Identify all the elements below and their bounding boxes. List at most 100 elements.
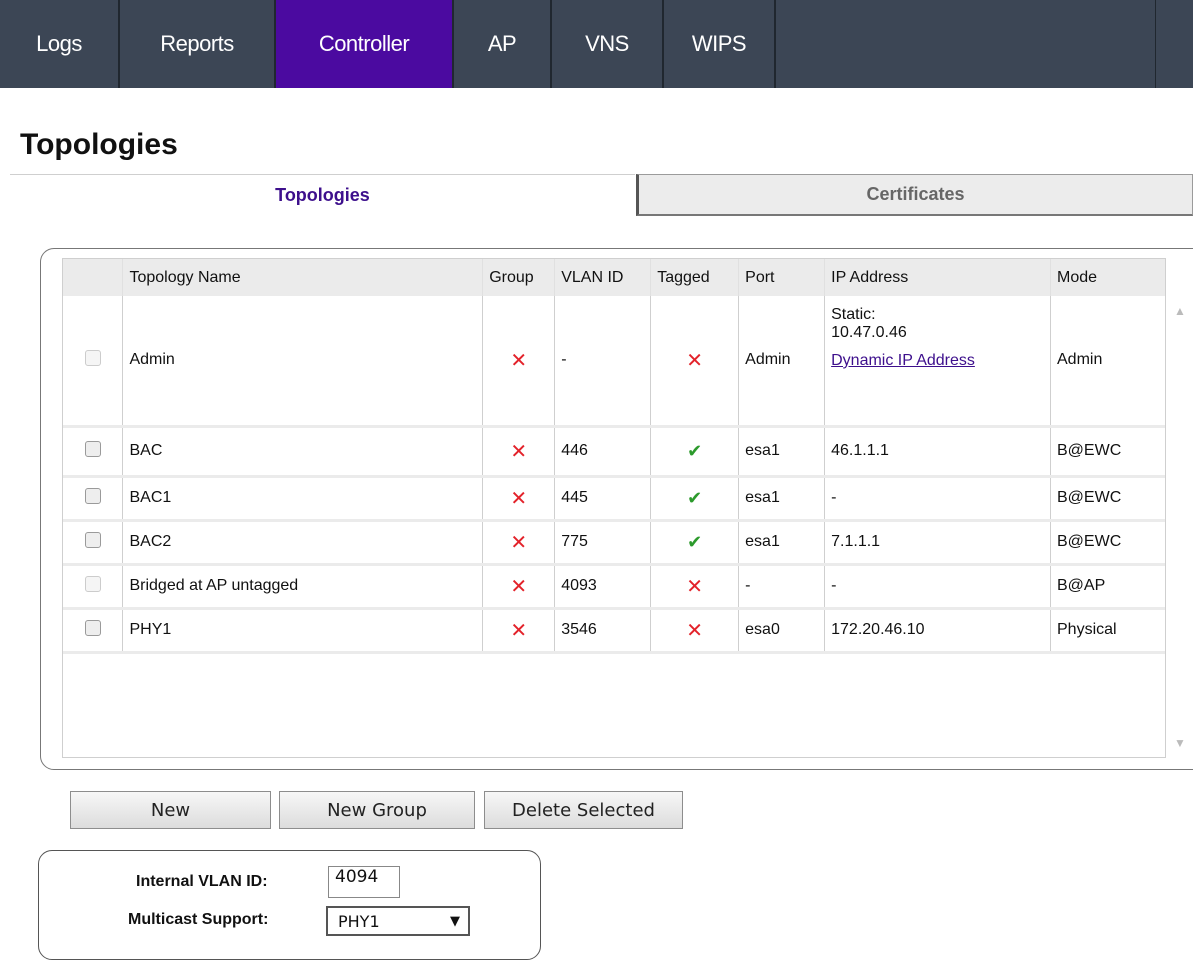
group-cell: ✕ bbox=[482, 296, 556, 428]
check-icon: ✔ bbox=[687, 440, 703, 461]
mode: B@EWC bbox=[1050, 520, 1165, 566]
ip-address: 7.1.1.1 bbox=[824, 520, 1051, 566]
nav-filler bbox=[776, 0, 1156, 88]
table-row[interactable]: BAC2 ✕ 775 ✔ esa1 7.1.1.1 B@EWC bbox=[63, 520, 1165, 566]
multicast-support-label: Multicast Support: bbox=[128, 911, 269, 928]
ip-address: 46.1.1.1 bbox=[824, 426, 1051, 478]
ip-address: - bbox=[824, 564, 1051, 610]
tab-wips[interactable]: WIPS bbox=[664, 0, 776, 88]
topology-name: Admin bbox=[122, 296, 484, 428]
mode: Physical bbox=[1050, 608, 1165, 654]
mode: B@EWC bbox=[1050, 476, 1165, 522]
header-vlan-id[interactable]: VLAN ID bbox=[554, 259, 652, 296]
top-navigation: Logs Reports Controller AP VNS WIPS bbox=[0, 0, 1193, 88]
group-cell: ✕ bbox=[482, 520, 556, 566]
port: esa1 bbox=[738, 476, 826, 522]
row-checkbox-cell bbox=[63, 520, 124, 566]
topology-table: Topology Name Group VLAN ID Tagged Port … bbox=[63, 259, 1165, 654]
table-row[interactable]: BAC ✕ 446 ✔ esa1 46.1.1.1 B@EWC bbox=[63, 426, 1165, 478]
x-icon: ✕ bbox=[510, 575, 528, 598]
mode: B@AP bbox=[1050, 564, 1165, 610]
mode: Admin bbox=[1050, 296, 1165, 428]
delete-selected-button[interactable]: Delete Selected bbox=[484, 791, 683, 829]
mode: B@EWC bbox=[1050, 426, 1165, 478]
group-cell: ✕ bbox=[482, 426, 556, 478]
table-row[interactable]: Admin ✕ - ✕ Admin Static: 10.47.0.46 Dyn… bbox=[63, 296, 1165, 428]
triangle-down-icon: ▼ bbox=[450, 913, 460, 929]
port: esa1 bbox=[738, 520, 826, 566]
header-port[interactable]: Port bbox=[738, 259, 826, 296]
header-tagged[interactable]: Tagged bbox=[650, 259, 740, 296]
x-icon: ✕ bbox=[510, 487, 528, 510]
header-group[interactable]: Group bbox=[482, 259, 556, 296]
subtab-certificates[interactable]: Certificates bbox=[636, 174, 1193, 216]
ip-address: 172.20.46.10 bbox=[824, 608, 1051, 654]
ip-address: Static: 10.47.0.46 Dynamic IP Address bbox=[824, 296, 1051, 428]
row-checkbox-cell bbox=[63, 296, 124, 428]
header-select bbox=[63, 259, 124, 296]
table-row[interactable]: PHY1 ✕ 3546 ✕ esa0 172.20.46.10 Physical bbox=[63, 608, 1165, 654]
internal-vlan-label: Internal VLAN ID: bbox=[136, 873, 268, 890]
vlan-id: 446 bbox=[554, 426, 652, 478]
tagged-cell: ✕ bbox=[650, 564, 740, 610]
tagged-cell: ✕ bbox=[650, 296, 740, 428]
tagged-cell: ✔ bbox=[650, 520, 740, 566]
row-checkbox[interactable] bbox=[84, 487, 101, 504]
row-checkbox[interactable] bbox=[84, 349, 101, 366]
tab-logs[interactable]: Logs bbox=[0, 0, 120, 88]
ip-static-value: 10.47.0.46 bbox=[831, 324, 907, 341]
topology-name: PHY1 bbox=[122, 608, 484, 654]
vlan-id: - bbox=[554, 296, 652, 428]
topology-name: BAC bbox=[122, 426, 484, 478]
topology-name: Bridged at AP untagged bbox=[122, 564, 484, 610]
check-icon: ✔ bbox=[687, 487, 703, 508]
dynamic-ip-link[interactable]: Dynamic IP Address bbox=[831, 352, 1044, 370]
tagged-cell: ✔ bbox=[650, 426, 740, 478]
x-icon: ✕ bbox=[686, 575, 704, 598]
new-button[interactable]: New bbox=[70, 791, 271, 829]
tab-ap[interactable]: AP bbox=[454, 0, 552, 88]
port: Admin bbox=[738, 296, 826, 428]
x-icon: ✕ bbox=[686, 349, 704, 372]
topology-name: BAC1 bbox=[122, 476, 484, 522]
new-group-button[interactable]: New Group bbox=[279, 791, 475, 829]
row-checkbox-cell bbox=[63, 608, 124, 654]
row-checkbox-cell bbox=[63, 426, 124, 478]
port: - bbox=[738, 564, 826, 610]
vlan-id: 3546 bbox=[554, 608, 652, 654]
x-icon: ✕ bbox=[686, 619, 704, 642]
row-checkbox[interactable] bbox=[84, 440, 101, 457]
scroll-up-icon[interactable]: ▲ bbox=[1174, 304, 1186, 318]
header-ip-address[interactable]: IP Address bbox=[824, 259, 1051, 296]
topology-name: BAC2 bbox=[122, 520, 484, 566]
row-checkbox-cell bbox=[63, 476, 124, 522]
tab-controller[interactable]: Controller bbox=[276, 0, 454, 88]
row-checkbox[interactable] bbox=[84, 619, 101, 636]
vlan-id: 4093 bbox=[554, 564, 652, 610]
ip-address: - bbox=[824, 476, 1051, 522]
group-cell: ✕ bbox=[482, 564, 556, 610]
vlan-id: 445 bbox=[554, 476, 652, 522]
tab-reports[interactable]: Reports bbox=[120, 0, 276, 88]
scroll-down-icon[interactable]: ▼ bbox=[1174, 736, 1186, 750]
table-header-row: Topology Name Group VLAN ID Tagged Port … bbox=[63, 259, 1165, 296]
multicast-support-select[interactable]: PHY1 ▼ bbox=[326, 906, 470, 936]
row-checkbox[interactable] bbox=[84, 531, 101, 548]
check-icon: ✔ bbox=[687, 531, 703, 552]
table-scrollbar[interactable]: ▲ ▼ bbox=[1166, 296, 1193, 756]
subtab-topologies[interactable]: Topologies bbox=[10, 174, 635, 216]
table-row[interactable]: Bridged at AP untagged ✕ 4093 ✕ - - B@AP bbox=[63, 564, 1165, 610]
vlan-id: 775 bbox=[554, 520, 652, 566]
row-checkbox[interactable] bbox=[84, 575, 101, 592]
group-cell: ✕ bbox=[482, 608, 556, 654]
header-mode[interactable]: Mode bbox=[1050, 259, 1165, 296]
vlan-settings-panel bbox=[38, 850, 541, 960]
table-row[interactable]: BAC1 ✕ 445 ✔ esa1 - B@EWC bbox=[63, 476, 1165, 522]
header-topology-name[interactable]: Topology Name bbox=[122, 259, 484, 296]
tagged-cell: ✔ bbox=[650, 476, 740, 522]
tab-vns[interactable]: VNS bbox=[552, 0, 664, 88]
x-icon: ✕ bbox=[510, 440, 528, 463]
internal-vlan-input[interactable]: 4094 bbox=[328, 866, 400, 898]
group-cell: ✕ bbox=[482, 476, 556, 522]
page-title: Topologies bbox=[20, 128, 178, 161]
